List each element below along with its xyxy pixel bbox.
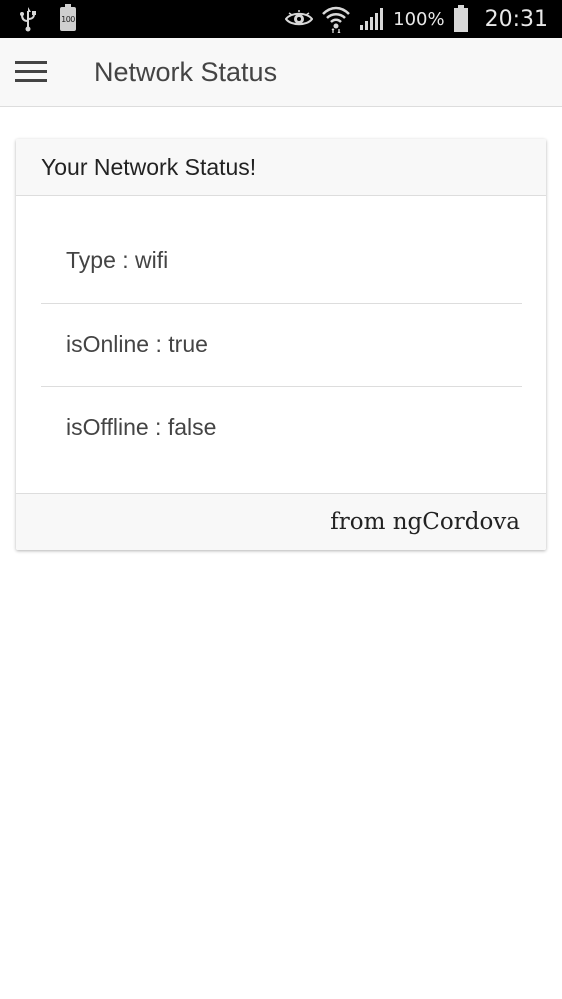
status-is-online: isOnline : true: [66, 331, 208, 357]
battery-notification-label: 100: [61, 14, 75, 24]
menu-bar-line: [15, 78, 47, 82]
card-footer-text: from ngCordova: [330, 509, 520, 535]
battery-notification-icon: 100: [60, 4, 76, 31]
status-bar-system: 100% 20:31: [285, 4, 548, 34]
hamburger-menu-icon[interactable]: [10, 52, 52, 90]
menu-bar-line: [15, 69, 47, 73]
list-item: Type : wifi: [41, 221, 522, 303]
eye-icon: [285, 10, 314, 26]
list-item: isOffline : false: [41, 386, 522, 468]
card-footer: from ngCordova: [16, 493, 546, 550]
card-header-text: Your Network Status!: [41, 154, 257, 180]
menu-bar-line: [15, 60, 47, 64]
status-bar-notifications: 100: [18, 4, 76, 32]
network-status-card: Your Network Status! Type : wifi isOnlin…: [16, 139, 546, 550]
usb-icon: [20, 7, 36, 32]
list-item: isOnline : true: [41, 303, 522, 385]
clock: 20:31: [484, 6, 548, 32]
battery-icon: [453, 5, 468, 32]
card-header: Your Network Status!: [16, 139, 546, 196]
page-title: Network Status: [94, 57, 278, 87]
wifi-icon: [322, 6, 351, 33]
app-header: Network Status: [0, 38, 562, 107]
status-is-offline: isOffline : false: [66, 414, 217, 440]
battery-percent: 100%: [393, 8, 445, 30]
signal-icon: [360, 8, 384, 30]
status-type: Type : wifi: [66, 247, 169, 273]
status-bar: 100 100% 20:31: [0, 0, 562, 38]
